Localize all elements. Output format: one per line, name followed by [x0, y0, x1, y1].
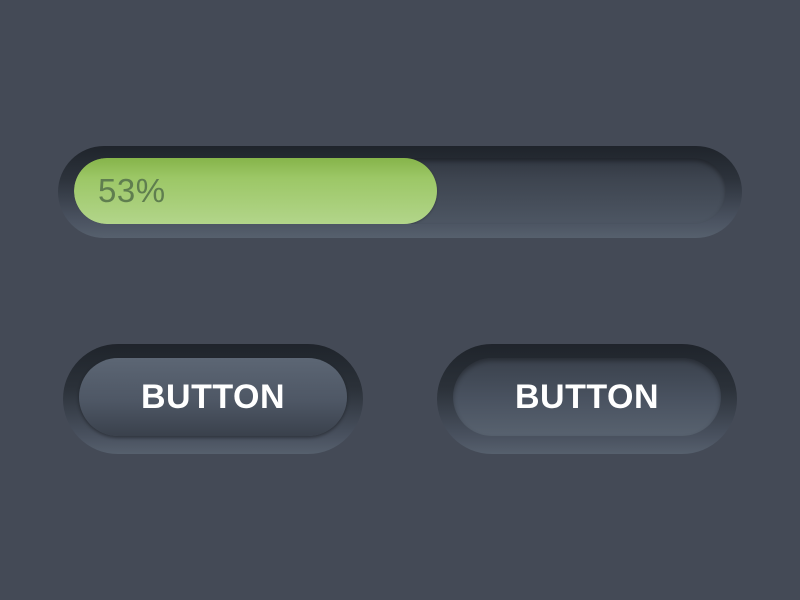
button-well-right: BUTTON: [437, 344, 737, 454]
progress-percent-label: 53%: [98, 172, 166, 209]
button-well-left: BUTTON: [63, 344, 363, 454]
stage: 53% BUTTON BUTTON: [0, 0, 800, 600]
progress-bar: 53%: [74, 158, 726, 224]
raised-button[interactable]: BUTTON: [79, 358, 347, 436]
pressed-button[interactable]: BUTTON: [453, 358, 721, 436]
progress-bar-well: 53%: [58, 146, 742, 238]
